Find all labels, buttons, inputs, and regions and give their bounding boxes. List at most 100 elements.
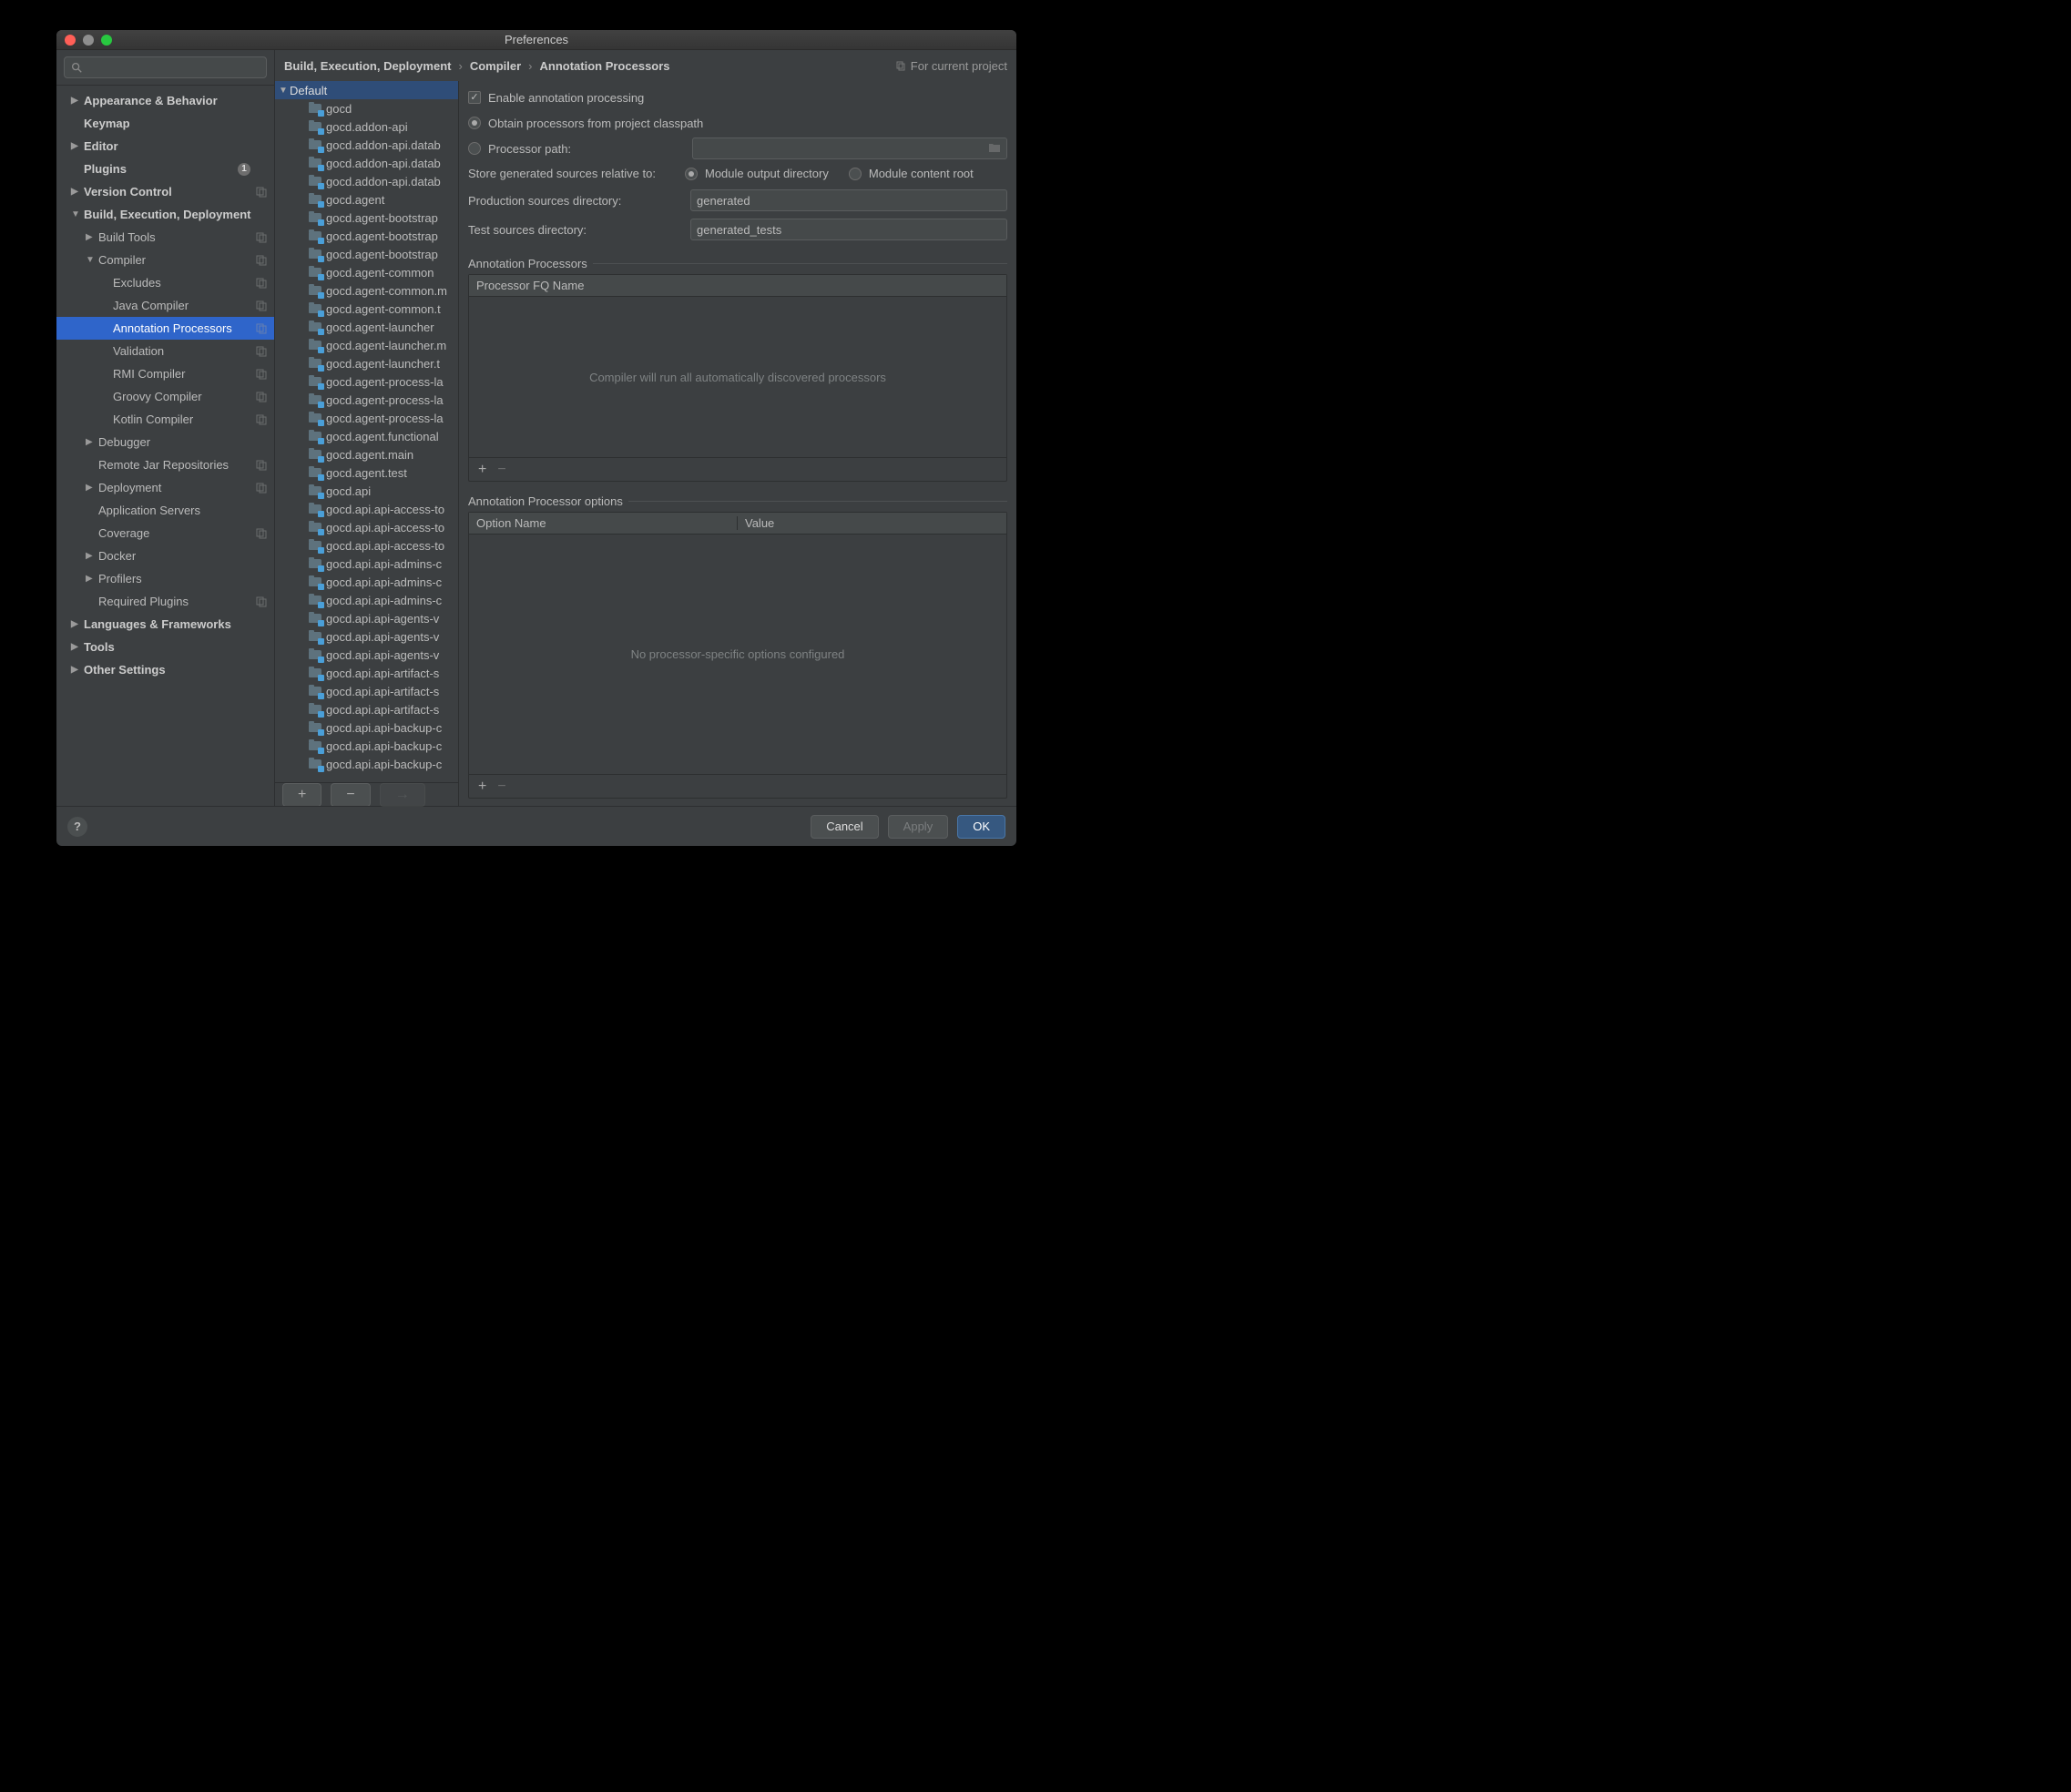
profile-default[interactable]: ▼Default [275, 81, 458, 99]
module-item[interactable]: gocd.api.api-access-to [275, 500, 458, 518]
module-item[interactable]: gocd.agent-launcher [275, 318, 458, 336]
module-icon [308, 466, 322, 479]
processor-path-radio[interactable] [468, 142, 481, 155]
module-item[interactable]: gocd.agent-launcher.t [275, 354, 458, 372]
sidebar-item-build-execution-deployment[interactable]: ▼Build, Execution, Deployment [56, 203, 274, 226]
module-icon [308, 703, 322, 716]
add-option-button[interactable]: + [478, 779, 486, 795]
folder-icon[interactable] [988, 142, 1001, 156]
help-button[interactable]: ? [67, 817, 87, 837]
module-item[interactable]: gocd.agent [275, 190, 458, 209]
apply-button[interactable]: Apply [888, 815, 949, 839]
cancel-button[interactable]: Cancel [811, 815, 878, 839]
module-item[interactable]: gocd.api.api-access-to [275, 518, 458, 536]
module-item[interactable]: gocd.addon-api.datab [275, 136, 458, 154]
dialog-footer: ? Cancel Apply OK [56, 806, 1016, 846]
sidebar-item-tools[interactable]: ▶Tools [56, 636, 274, 658]
module-item[interactable]: gocd.agent-launcher.m [275, 336, 458, 354]
module-item[interactable]: gocd.agent-process-la [275, 409, 458, 427]
settings-tree: ▶Appearance & BehaviorKeymap▶EditorPlugi… [56, 86, 274, 806]
module-item[interactable]: gocd.api.api-backup-c [275, 755, 458, 773]
module-item[interactable]: gocd.api.api-agents-v [275, 646, 458, 664]
module-item[interactable]: gocd.api [275, 482, 458, 500]
sidebar-item-remote-jar-repositories[interactable]: Remote Jar Repositories [56, 453, 274, 476]
module-item[interactable]: gocd [275, 99, 458, 117]
sidebar-item-editor[interactable]: ▶Editor [56, 135, 274, 158]
sidebar-item-appearance-behavior[interactable]: ▶Appearance & Behavior [56, 89, 274, 112]
sidebar-item-kotlin-compiler[interactable]: Kotlin Compiler [56, 408, 274, 431]
module-icon [308, 685, 322, 697]
module-icon [308, 266, 322, 279]
enable-processing-checkbox[interactable] [468, 91, 481, 104]
copy-icon [256, 346, 267, 357]
module-icon [308, 612, 322, 625]
module-item[interactable]: gocd.agent-bootstrap [275, 245, 458, 263]
sidebar-item-other-settings[interactable]: ▶Other Settings [56, 658, 274, 681]
sidebar-item-rmi-compiler[interactable]: RMI Compiler [56, 362, 274, 385]
module-item[interactable]: gocd.addon-api [275, 117, 458, 136]
module-icon [308, 229, 322, 242]
add-profile-button[interactable]: + [282, 783, 321, 807]
sidebar-item-excludes[interactable]: Excludes [56, 271, 274, 294]
module-item[interactable]: gocd.agent.main [275, 445, 458, 463]
sidebar-item-keymap[interactable]: Keymap [56, 112, 274, 135]
sidebar-item-application-servers[interactable]: Application Servers [56, 499, 274, 522]
module-item[interactable]: gocd.addon-api.datab [275, 172, 458, 190]
module-item[interactable]: gocd.api.api-artifact-s [275, 700, 458, 718]
sidebar-item-java-compiler[interactable]: Java Compiler [56, 294, 274, 317]
module-item[interactable]: gocd.agent-common [275, 263, 458, 281]
sidebar-item-build-tools[interactable]: ▶Build Tools [56, 226, 274, 249]
module-item[interactable]: gocd.agent-common.t [275, 300, 458, 318]
sidebar-item-coverage[interactable]: Coverage [56, 522, 274, 545]
module-item[interactable]: gocd.agent-common.m [275, 281, 458, 300]
module-item[interactable]: gocd.addon-api.datab [275, 154, 458, 172]
sidebar-item-groovy-compiler[interactable]: Groovy Compiler [56, 385, 274, 408]
module-item[interactable]: gocd.api.api-agents-v [275, 609, 458, 627]
ok-button[interactable]: OK [957, 815, 1005, 839]
module-item[interactable]: gocd.agent-process-la [275, 372, 458, 391]
sidebar-item-docker[interactable]: ▶Docker [56, 545, 274, 567]
sidebar-item-debugger[interactable]: ▶Debugger [56, 431, 274, 453]
module-item[interactable]: gocd.api.api-admins-c [275, 555, 458, 573]
sidebar-item-deployment[interactable]: ▶Deployment [56, 476, 274, 499]
module-icon [308, 539, 322, 552]
module-icon [308, 157, 322, 169]
processor-path-input[interactable] [692, 137, 1007, 159]
module-item[interactable]: gocd.agent.functional [275, 427, 458, 445]
remove-option-button: − [497, 779, 505, 795]
production-dir-input[interactable]: generated [690, 189, 1007, 211]
module-item[interactable]: gocd.agent-bootstrap [275, 209, 458, 227]
sidebar-item-compiler[interactable]: ▼Compiler [56, 249, 274, 271]
test-dir-input[interactable]: generated_tests [690, 219, 1007, 240]
search-input[interactable] [64, 56, 267, 78]
sidebar-item-annotation-processors[interactable]: Annotation Processors [56, 317, 274, 340]
module-icon [308, 521, 322, 534]
sidebar-item-version-control[interactable]: ▶Version Control [56, 180, 274, 203]
module-item[interactable]: gocd.api.api-backup-c [275, 737, 458, 755]
module-icon [308, 503, 322, 515]
module-item[interactable]: gocd.api.api-agents-v [275, 627, 458, 646]
remove-profile-button[interactable]: − [331, 783, 370, 807]
crumb-bed[interactable]: Build, Execution, Deployment [284, 59, 451, 73]
sidebar-item-languages-frameworks[interactable]: ▶Languages & Frameworks [56, 613, 274, 636]
add-processor-button[interactable]: + [478, 462, 486, 478]
sidebar-item-profilers[interactable]: ▶Profilers [56, 567, 274, 590]
sidebar-item-required-plugins[interactable]: Required Plugins [56, 590, 274, 613]
obtain-classpath-radio[interactable] [468, 117, 481, 129]
module-item[interactable]: gocd.agent-bootstrap [275, 227, 458, 245]
module-item[interactable]: gocd.api.api-artifact-s [275, 682, 458, 700]
module-output-radio[interactable] [685, 168, 698, 180]
module-item[interactable]: gocd.api.api-artifact-s [275, 664, 458, 682]
module-list-toolbar: + − → [275, 782, 458, 806]
sidebar-item-validation[interactable]: Validation [56, 340, 274, 362]
crumb-compiler[interactable]: Compiler [470, 59, 521, 73]
module-item[interactable]: gocd.api.api-access-to [275, 536, 458, 555]
scope-indicator: For current project [895, 59, 1007, 73]
module-item[interactable]: gocd.api.api-backup-c [275, 718, 458, 737]
module-content-radio[interactable] [849, 168, 862, 180]
module-item[interactable]: gocd.api.api-admins-c [275, 591, 458, 609]
sidebar-item-plugins[interactable]: Plugins1 [56, 158, 274, 180]
module-item[interactable]: gocd.agent-process-la [275, 391, 458, 409]
module-item[interactable]: gocd.api.api-admins-c [275, 573, 458, 591]
module-item[interactable]: gocd.agent.test [275, 463, 458, 482]
